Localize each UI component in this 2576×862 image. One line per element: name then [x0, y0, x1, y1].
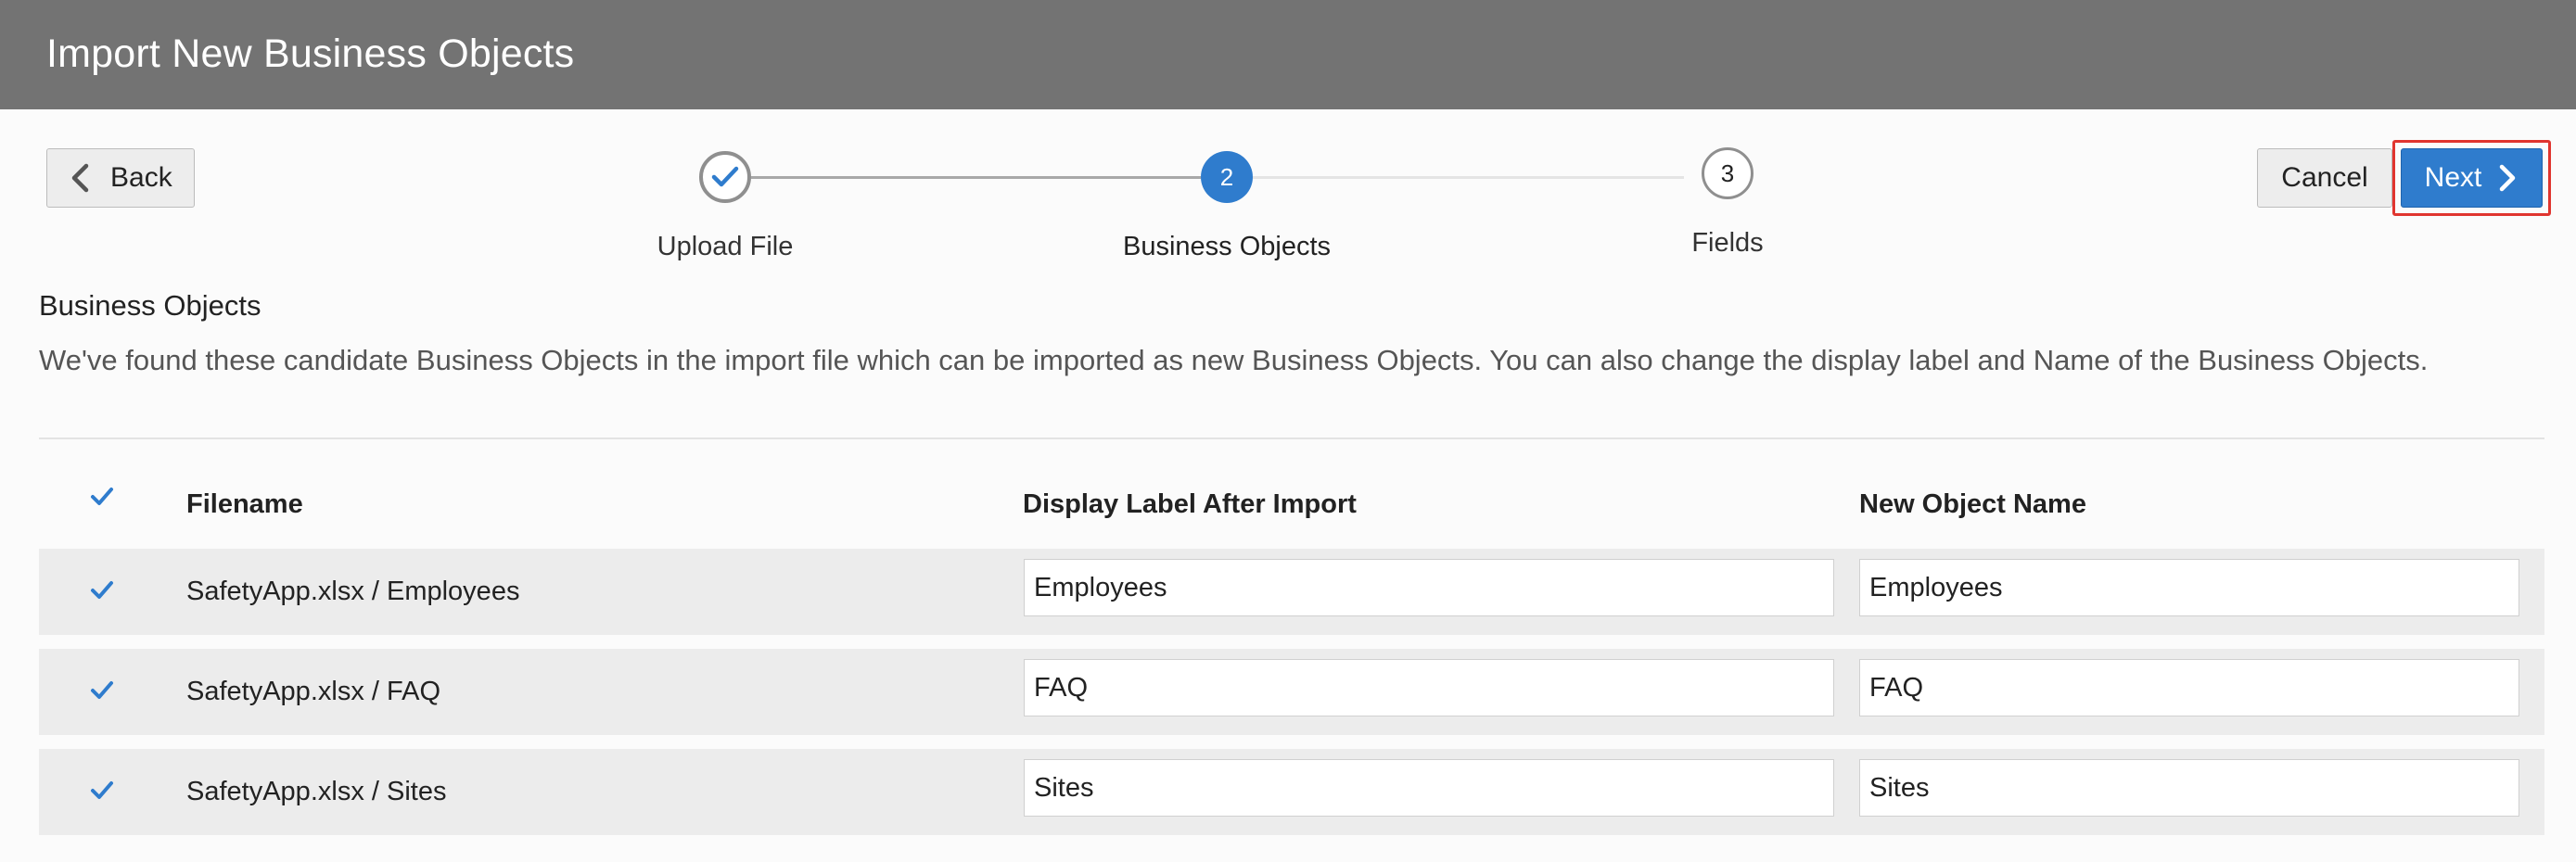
row-filename: SafetyApp.xlsx / Employees: [186, 577, 520, 606]
column-header-object-name: New Object Name: [1859, 489, 2086, 519]
section-title: Business Objects: [39, 289, 261, 322]
row-checkbox[interactable]: [89, 778, 115, 804]
row-checkbox[interactable]: [89, 577, 115, 603]
row-filename: SafetyApp.xlsx / FAQ: [186, 677, 440, 706]
dialog-header: Import New Business Objects: [0, 0, 2576, 109]
table-row: SafetyApp.xlsx / Sites: [39, 749, 2544, 835]
section-description: We've found these candidate Business Obj…: [39, 344, 2429, 376]
object-name-input[interactable]: [1859, 659, 2519, 716]
step-fields-label: Fields: [1691, 228, 1764, 258]
step-upload-file-label: Upload File: [657, 232, 794, 261]
back-button[interactable]: Back: [46, 148, 195, 208]
table-row: SafetyApp.xlsx / FAQ: [39, 649, 2544, 735]
next-button-label: Next: [2424, 162, 2482, 193]
row-filename: SafetyApp.xlsx / Sites: [186, 777, 447, 806]
display-label-input[interactable]: [1024, 659, 1834, 716]
stepper-track-completed: [751, 176, 1201, 179]
chevron-right-icon: [2500, 164, 2516, 192]
dialog-title: Import New Business Objects: [46, 32, 575, 76]
object-name-input[interactable]: [1859, 559, 2519, 616]
check-icon: [711, 166, 739, 187]
object-name-input[interactable]: [1859, 759, 2519, 817]
column-header-filename: Filename: [186, 489, 303, 519]
section-divider: [39, 437, 2544, 439]
step-business-objects-indicator: 2: [1201, 151, 1253, 203]
next-button-highlight: Next: [2392, 140, 2551, 216]
stepper-track-upcoming: [1252, 176, 1684, 179]
step-fields-indicator: 3: [1702, 147, 1753, 199]
chevron-left-icon: [71, 163, 89, 193]
step-number: 2: [1219, 162, 1234, 191]
row-checkbox[interactable]: [89, 678, 115, 704]
column-header-display-label: Display Label After Import: [1023, 489, 1357, 519]
display-label-input[interactable]: [1024, 559, 1834, 616]
step-business-objects-label: Business Objects: [1122, 232, 1332, 261]
display-label-input[interactable]: [1024, 759, 1834, 817]
back-button-label: Back: [110, 162, 172, 193]
next-button[interactable]: Next: [2401, 148, 2543, 208]
step-number: 3: [1720, 158, 1735, 187]
step-upload-file-indicator: [699, 151, 751, 203]
select-all-checkbox[interactable]: [89, 484, 115, 510]
table-row: SafetyApp.xlsx / Employees: [39, 549, 2544, 635]
cancel-button[interactable]: Cancel: [2257, 148, 2392, 208]
cancel-button-label: Cancel: [2281, 162, 2368, 193]
import-dialog: Import New Business Objects Back 2 3 Upl…: [0, 0, 2576, 862]
